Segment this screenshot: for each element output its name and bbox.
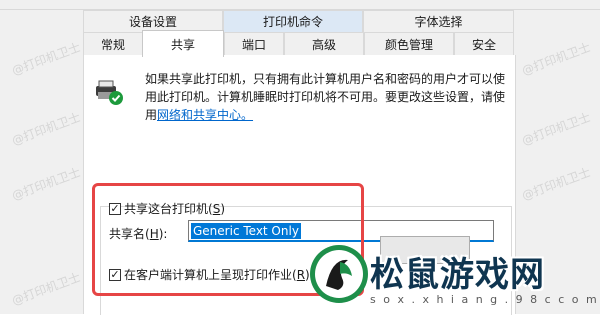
watermark: @打印机卫士 <box>9 165 83 203</box>
tab-general[interactable]: 常规 <box>83 32 143 55</box>
tab-sharing[interactable]: 共享 <box>142 30 224 57</box>
watermark: @打印机卫士 <box>519 40 593 78</box>
watermark: @打印机卫士 <box>519 165 593 203</box>
network-sharing-center-link[interactable]: 网络和共享中心。 <box>157 108 253 122</box>
tab-color-management[interactable]: 颜色管理 <box>364 32 454 55</box>
tab-printer-commands[interactable]: 打印机命令 <box>223 10 363 32</box>
watermark: @打印机卫士 <box>9 270 83 308</box>
site-logo-title: 松鼠游戏网 <box>370 255 545 295</box>
info-line-1: 如果共享此打印机，只有拥有此计算机用户名和密码的用户才可以使 <box>145 72 506 86</box>
watermark: @打印机卫士 <box>9 110 83 148</box>
printer-properties-dialog: 设备设置 打印机命令 字体选择 常规 共享 端口 高级 颜色管理 安全 如果共享… <box>0 0 600 315</box>
tab-security[interactable]: 安全 <box>454 32 514 55</box>
tab-ports[interactable]: 端口 <box>224 32 284 55</box>
window-top-edge <box>0 0 600 10</box>
watermark: @打印机卫士 <box>519 110 593 148</box>
info-line-3-prefix: 用 <box>145 108 158 122</box>
sharing-info-text: 如果共享此打印机，只有拥有此计算机用户名和密码的用户才可以使 用此打印机。计算机… <box>145 70 505 124</box>
tab-device-settings[interactable]: 设备设置 <box>83 10 223 32</box>
tab-font-selection[interactable]: 字体选择 <box>363 10 514 32</box>
site-logo-subtitle: s o x . x h i a n g . 9 8 c c o m <box>370 293 599 306</box>
info-line-3: 用网络和共享中心。 <box>145 106 505 124</box>
watermark: @打印机卫士 <box>9 40 83 78</box>
shared-printer-icon <box>96 80 123 105</box>
info-line-2: 用此打印机。计算机睡眠时打印机将不可用。要更改这些设置，请使 <box>145 90 506 104</box>
tab-advanced[interactable]: 高级 <box>284 32 364 55</box>
